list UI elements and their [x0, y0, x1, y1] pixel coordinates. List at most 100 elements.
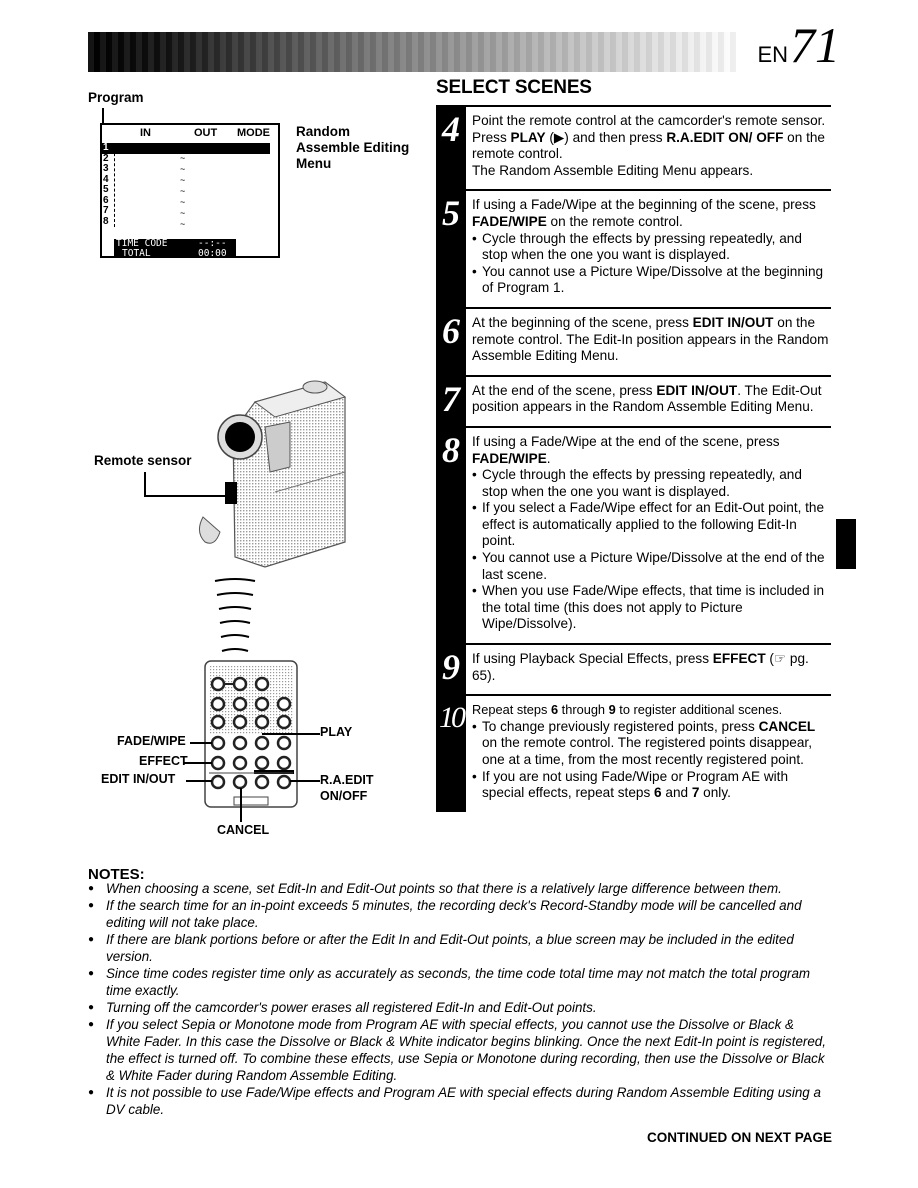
step-body: If using Playback Special Effects, press…	[466, 645, 831, 694]
bold-term: R.A.EDIT ON/ OFF	[666, 129, 784, 145]
menu-header: IN OUT MODE	[102, 127, 278, 141]
page-number-label: EN 71	[757, 20, 840, 70]
notes-list: When choosing a scene, set Edit-In and E…	[88, 880, 828, 1118]
bold-term: CANCEL	[758, 718, 816, 734]
ra-edit-label-line: ON/OFF	[320, 789, 368, 803]
edit-in-out-leader-line	[186, 780, 212, 782]
bold-term: 6	[654, 785, 662, 801]
cancel-button	[232, 774, 248, 790]
step-bullet: If you select a Fade/Wipe effect for an …	[472, 500, 831, 550]
step-body: If using a Fade/Wipe at the end of the s…	[466, 428, 831, 643]
tilde-mark: ~	[180, 175, 186, 185]
menu-caption-line: Random	[296, 124, 350, 139]
ra-edit-label-line: R.A.EDIT	[320, 773, 374, 787]
play-label: PLAY	[320, 725, 353, 739]
step-text: Point the remote control at the camcorde…	[472, 113, 826, 162]
program-label: Program	[88, 90, 144, 105]
step-bullet: Cycle through the effects by pressing re…	[472, 231, 831, 264]
step-body: Repeat steps 6 through 9 to register add…	[466, 696, 831, 812]
effect-leader-line	[184, 762, 212, 764]
ra-edit-button	[276, 774, 292, 790]
step-body: Point the remote control at the camcorde…	[466, 107, 831, 189]
step-number: 9	[436, 645, 466, 695]
step-text: If using a Fade/Wipe at the beginning of…	[472, 197, 816, 229]
tilde-mark: ~	[180, 219, 186, 229]
step-number: 7	[436, 376, 466, 426]
step-4: 4 Point the remote control at the camcord…	[436, 105, 831, 190]
total-value: 00:00	[198, 247, 227, 259]
bold-term: EDIT IN/OUT	[692, 314, 774, 330]
step-body: At the end of the scene, press EDIT IN/O…	[466, 377, 831, 426]
step-bullet: To change previously registered points, …	[472, 719, 831, 769]
remote-control-illustration	[204, 660, 298, 808]
step-bullet: You cannot use a Picture Wipe/Dissolve a…	[472, 550, 831, 583]
step-text: At the beginning of the scene, press EDI…	[472, 314, 829, 364]
effect-label: EFFECT	[139, 754, 188, 768]
header-gradient-band	[88, 32, 738, 72]
note-item: It is not possible to use Fade/Wipe effe…	[88, 1084, 828, 1118]
step-bullets: Cycle through the effects by pressing re…	[472, 467, 831, 633]
cancel-label: CANCEL	[217, 823, 270, 837]
step-5: 5 If using a Fade/Wipe at the beginning o…	[436, 189, 831, 307]
remote-sensor-callout-line	[144, 495, 232, 497]
menu-caption-line: Menu	[296, 156, 332, 171]
side-thumb-tab	[836, 519, 856, 569]
note-item: Since time codes register time only as a…	[88, 965, 828, 999]
menu-caption-line: Assemble Editing	[296, 140, 410, 155]
step-6: 6 At the beginning of the scene, press ED…	[436, 306, 831, 375]
continued-on-next-page: CONTINUED ON NEXT PAGE	[646, 1130, 832, 1145]
tilde-mark: ~	[180, 197, 186, 207]
step-body: At the beginning of the scene, press EDI…	[466, 309, 831, 375]
fade-wipe-button	[210, 735, 226, 751]
steps-list: 4 Point the remote control at the camcord…	[436, 105, 831, 812]
menu-row-numbers: 1 2 3 4 5 6 7 8	[102, 142, 115, 227]
step-8: 8 If using a Fade/Wipe at the end of the …	[436, 425, 831, 644]
bold-term: EDIT IN/OUT	[656, 382, 738, 398]
menu-row-number: 3	[103, 163, 109, 174]
bold-term: PLAY	[510, 129, 546, 145]
menu-col-in: IN	[140, 127, 151, 139]
step-number: 4	[436, 107, 466, 190]
menu-col-mode: MODE	[237, 127, 270, 139]
ra-edit-label: R.A.EDIT ON/OFF	[320, 772, 373, 804]
tilde-mark: ~	[180, 208, 186, 218]
step-bullet: You cannot use a Picture Wipe/Dissolve a…	[472, 264, 831, 297]
menu-caption: Random Assemble Editing Menu	[296, 124, 409, 172]
menu-row-number: 7	[103, 205, 109, 216]
remote-sensor-label: Remote sensor	[94, 453, 192, 468]
remote-sensor-window	[225, 482, 237, 504]
step-9: 9 If using Playback Special Effects, pres…	[436, 643, 831, 695]
bold-term: FADE/WIPE	[472, 450, 547, 466]
note-item: If the search time for an in-point excee…	[88, 897, 828, 931]
section-title: SELECT SCENES	[436, 77, 592, 98]
tilde-mark: ~	[180, 153, 186, 163]
step-bullets: Cycle through the effects by pressing re…	[472, 231, 831, 297]
bold-term: 7	[691, 785, 700, 801]
remote-sensor-callout-line	[144, 472, 146, 496]
step-number: 5	[436, 191, 466, 307]
step-number: 10	[436, 696, 466, 812]
tilde-mark: ~	[180, 186, 186, 196]
note-item: If you select Sepia or Monotone mode fro…	[88, 1016, 828, 1084]
edit-in-out-label: EDIT IN/OUT	[101, 772, 176, 786]
step-10: 10 Repeat steps 6 through 9 to register a…	[436, 694, 831, 812]
lens-icon	[225, 422, 255, 452]
menu-row-number: 1	[103, 142, 109, 153]
step-bullet: If you are not using Fade/Wipe or Progra…	[472, 769, 831, 802]
bold-term: EFFECT	[712, 651, 766, 667]
bold-term: 9	[608, 702, 616, 718]
fade-wipe-leader-line	[190, 742, 212, 744]
random-assemble-editing-menu: IN OUT MODE 1 2 3 4 5 6 7 8 ~ ~ ~ ~ ~ ~ …	[100, 123, 280, 258]
bold-term: FADE/WIPE	[472, 213, 547, 229]
total-label: TOTAL	[122, 247, 151, 259]
step-bullet: Cycle through the effects by pressing re…	[472, 467, 831, 500]
step-7: 7 At the end of the scene, press EDIT IN/…	[436, 374, 831, 426]
step-text: If using a Fade/Wipe at the end of the s…	[472, 433, 780, 466]
note-item: If there are blank portions before or af…	[88, 931, 828, 965]
cancel-leader-line	[240, 788, 242, 822]
time-code-box: TIME CODE --:-- TOTAL 00:00	[114, 239, 236, 258]
step-number: 6	[436, 308, 466, 375]
menu-col-out: OUT	[194, 127, 218, 139]
page-number: 71	[790, 17, 840, 73]
bold-term: 6	[550, 702, 559, 718]
